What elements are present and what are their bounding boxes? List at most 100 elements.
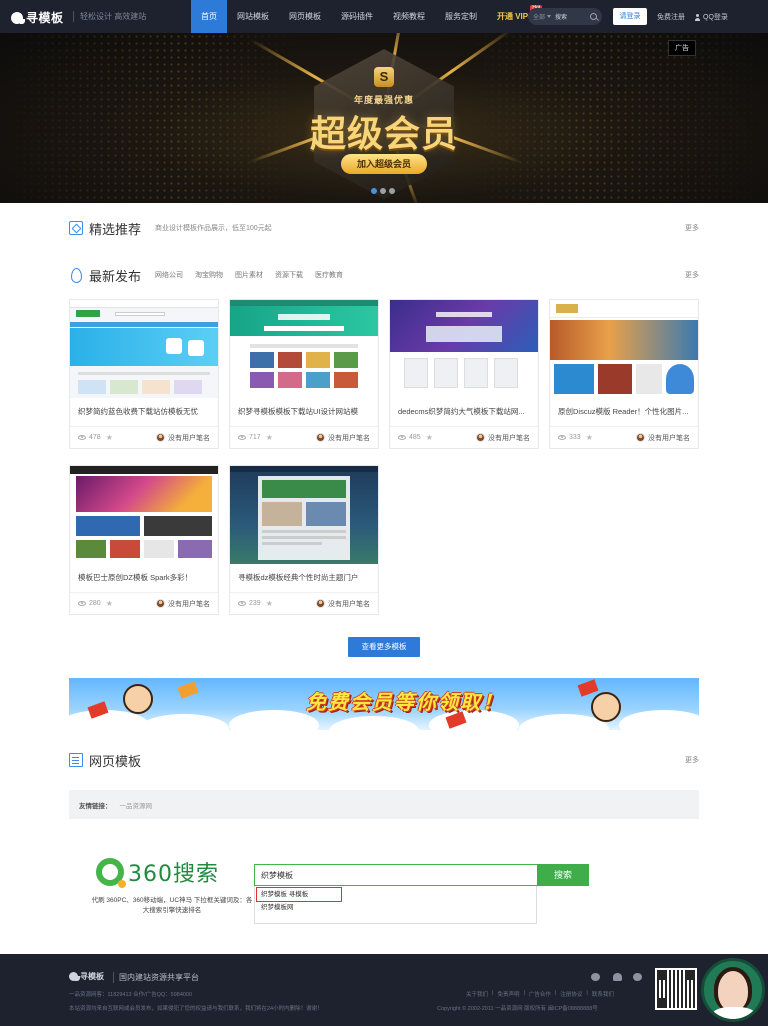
search-360-ad[interactable]: 360搜索 代刷 360PC、360移动端，UC神马 下拉框关键词及：各大搜索引… bbox=[69, 840, 699, 930]
360-search-input[interactable]: 织梦模板 bbox=[254, 864, 537, 886]
footer-link-separator: | bbox=[554, 990, 557, 996]
card-footer: 239 ★ 没有用户笔名 bbox=[230, 592, 378, 614]
template-card[interactable]: 原创Discuz模版 Reader！个性化图片... 333 ★ 没有用户笔名 bbox=[549, 299, 699, 449]
qq-login-label: QQ登录 bbox=[703, 14, 728, 21]
template-thumbnail[interactable] bbox=[230, 466, 378, 564]
customer-service-avatar[interactable] bbox=[701, 958, 765, 1022]
search-input[interactable]: 搜索 bbox=[555, 12, 567, 21]
tab-network-company[interactable]: 网络公司 bbox=[155, 270, 183, 280]
author[interactable]: 没有用户笔名 bbox=[316, 599, 370, 609]
search-category-select[interactable]: 全部 bbox=[533, 12, 552, 21]
weibo-icon[interactable] bbox=[591, 973, 600, 981]
friend-link[interactable]: 一品资源网 bbox=[120, 800, 153, 810]
template-thumbnail[interactable] bbox=[390, 300, 538, 398]
star-icon[interactable]: ★ bbox=[426, 433, 433, 442]
footer-link-contact[interactable]: 联系我们 bbox=[592, 990, 614, 998]
author[interactable]: 没有用户笔名 bbox=[316, 433, 370, 443]
wechat-icon[interactable] bbox=[633, 973, 642, 981]
flag-decoration bbox=[577, 679, 599, 697]
menu-tutorials[interactable]: 视频教程 bbox=[383, 0, 435, 33]
tab-images[interactable]: 图片素材 bbox=[235, 270, 263, 280]
fire-icon bbox=[69, 268, 83, 283]
promo-banner[interactable]: 免费会员等你领取！ bbox=[69, 678, 699, 730]
qq-login-link[interactable]: QQ登录 bbox=[694, 12, 728, 22]
avatar bbox=[636, 433, 645, 442]
cloud-decoration bbox=[139, 714, 229, 730]
tab-downloads[interactable]: 资源下载 bbox=[275, 270, 303, 280]
template-thumbnail[interactable] bbox=[70, 300, 218, 398]
tab-taobao[interactable]: 淘宝购物 bbox=[195, 270, 223, 280]
card-footer: 478 ★ 没有用户笔名 bbox=[70, 426, 218, 448]
star-icon[interactable]: ★ bbox=[106, 599, 113, 608]
slide-dot[interactable] bbox=[389, 188, 395, 194]
footer-logo[interactable]: 寻模板 bbox=[69, 971, 104, 982]
login-button[interactable]: 请登录 bbox=[613, 8, 647, 25]
card-title[interactable]: 织梦简约蓝色收费下载站仿模板无忧 bbox=[78, 406, 212, 417]
menu-plugins[interactable]: 源码插件 bbox=[331, 0, 383, 33]
card-footer: 280 ★ 没有用户笔名 bbox=[70, 592, 218, 614]
author-name: 没有用户笔名 bbox=[168, 434, 210, 442]
section-title: 精选推荐 bbox=[89, 221, 142, 237]
join-vip-button[interactable]: 加入超级会员 bbox=[341, 154, 427, 174]
star-icon[interactable]: ★ bbox=[266, 433, 273, 442]
qq-icon[interactable] bbox=[613, 973, 622, 981]
card-title[interactable]: dedecms织梦简约大气模板下载站网... bbox=[398, 406, 532, 417]
more-link[interactable]: 更多 bbox=[685, 270, 699, 280]
author[interactable]: 没有用户笔名 bbox=[636, 433, 690, 443]
menu-site-templates[interactable]: 网站模板 bbox=[227, 0, 279, 33]
template-thumbnail[interactable] bbox=[230, 300, 378, 398]
footer-link-about[interactable]: 关于我们 bbox=[466, 990, 488, 998]
footer-link-ads[interactable]: 广告合作 bbox=[529, 990, 551, 998]
card-title[interactable]: 寻模板dz模板经典个性时尚主题门户 bbox=[238, 572, 372, 583]
eye-icon bbox=[238, 601, 246, 606]
view-count: 333 ★ bbox=[558, 433, 593, 442]
menu-web-templates[interactable]: 网页模板 bbox=[279, 0, 331, 33]
author[interactable]: 没有用户笔名 bbox=[476, 433, 530, 443]
template-card[interactable]: dedecms织梦简约大气模板下载站网... 485 ★ 没有用户笔名 bbox=[389, 299, 539, 449]
eye-icon bbox=[238, 435, 246, 440]
slide-indicator bbox=[371, 188, 395, 194]
view-more-templates-button[interactable]: 查看更多模板 bbox=[348, 637, 420, 657]
star-icon[interactable]: ★ bbox=[266, 599, 273, 608]
suggestion-item[interactable]: 织梦模板网 bbox=[255, 901, 536, 914]
author[interactable]: 没有用户笔名 bbox=[156, 599, 210, 609]
slide-dot[interactable] bbox=[371, 188, 377, 194]
card-footer: 485 ★ 没有用户笔名 bbox=[390, 426, 538, 448]
cartoon-kid bbox=[591, 692, 621, 722]
template-card[interactable]: 寻模板dz模板经典个性时尚主题门户 239 ★ 没有用户笔名 bbox=[229, 465, 379, 615]
template-card[interactable]: 织梦寻模板模板下载站UI设计网站模 717 ★ 没有用户笔名 bbox=[229, 299, 379, 449]
slide-dot[interactable] bbox=[380, 188, 386, 194]
register-link[interactable]: 免费注册 bbox=[657, 12, 685, 22]
hero-banner[interactable]: S 年度最强优惠 超级会员 加入超级会员 广告 bbox=[0, 33, 768, 203]
more-link[interactable]: 更多 bbox=[685, 755, 699, 765]
template-card[interactable]: 模板巴士原创DZ模板 Spark多彩！ 280 ★ 没有用户笔名 bbox=[69, 465, 219, 615]
view-count-value: 239 bbox=[249, 600, 261, 607]
view-count-value: 333 bbox=[569, 434, 581, 441]
author[interactable]: 没有用户笔名 bbox=[156, 433, 210, 443]
site-logo[interactable]: 寻模板 bbox=[11, 9, 64, 26]
footer-link-disclaimer[interactable]: 免责声明 bbox=[497, 990, 519, 998]
tab-medical-education[interactable]: 医疗教育 bbox=[315, 270, 343, 280]
card-title[interactable]: 原创Discuz模版 Reader！个性化图片... bbox=[558, 406, 692, 417]
footer-link-separator: | bbox=[523, 990, 525, 996]
main-menu: 首页 网站模板 网页模板 源码插件 视频教程 服务定制 开通 VIP Hot bbox=[191, 0, 543, 33]
author-name: 没有用户笔名 bbox=[328, 600, 370, 608]
cloud-decoration bbox=[329, 716, 419, 730]
view-count: 239 ★ bbox=[238, 599, 273, 608]
card-title[interactable]: 模板巴士原创DZ模板 Spark多彩！ bbox=[78, 572, 212, 583]
card-title[interactable]: 织梦寻模板模板下载站UI设计网站模 bbox=[238, 406, 372, 417]
more-link[interactable]: 更多 bbox=[685, 223, 699, 233]
search-icon[interactable] bbox=[590, 13, 597, 20]
template-thumbnail[interactable] bbox=[550, 300, 698, 398]
360-search-button[interactable]: 搜索 bbox=[537, 864, 589, 886]
360-ring-icon bbox=[96, 858, 126, 888]
template-card[interactable]: 织梦简约蓝色收费下载站仿模板无忧 478 ★ 没有用户笔名 bbox=[69, 299, 219, 449]
avatar bbox=[156, 599, 165, 608]
menu-custom-service[interactable]: 服务定制 bbox=[435, 0, 487, 33]
footer-link-terms[interactable]: 注册协议 bbox=[560, 990, 582, 998]
star-icon[interactable]: ★ bbox=[106, 433, 113, 442]
star-icon[interactable]: ★ bbox=[586, 433, 593, 442]
menu-home[interactable]: 首页 bbox=[191, 0, 227, 33]
template-thumbnail[interactable] bbox=[70, 466, 218, 564]
view-count-value: 478 bbox=[89, 434, 101, 441]
